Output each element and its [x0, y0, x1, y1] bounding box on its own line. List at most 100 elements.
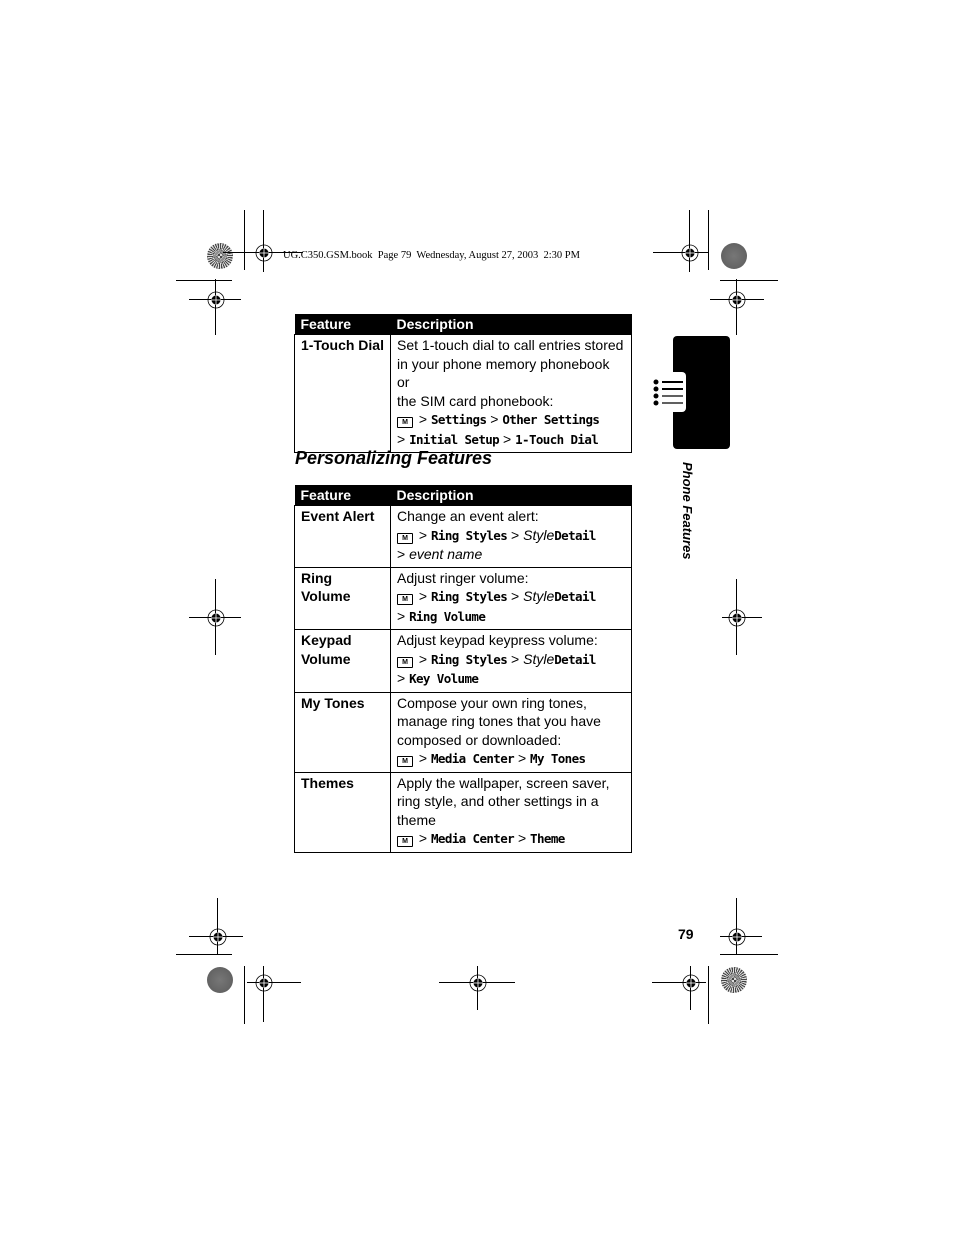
menu-path-item: My Tones — [530, 751, 586, 766]
menu-path: M > Media Center > Theme — [397, 829, 625, 849]
table-header-row: Feature Description — [294, 485, 632, 506]
menu-path: > Key Volume — [397, 669, 625, 689]
chapter-label: Phone Features — [680, 462, 695, 560]
registration-mark-icon — [206, 290, 226, 310]
path-separator: > — [517, 750, 527, 766]
table-row: 1-Touch Dial Set 1-touch dial to call en… — [294, 334, 632, 453]
registration-mark-icon — [254, 973, 274, 993]
crop-mark-line — [708, 966, 709, 1024]
description-line: Adjust ringer volume: — [397, 569, 529, 586]
path-separator: > — [418, 750, 428, 766]
feature-name: Event Alert — [294, 505, 391, 568]
registration-mark-icon — [727, 290, 747, 310]
menu-path-item: event name — [409, 546, 483, 562]
print-header-line: UG.C350.GSM.book Page 79 Wednesday, Augu… — [283, 250, 580, 261]
menu-path: M > Ring Styles > StyleDetail — [397, 526, 625, 546]
menu-path-item: 1-Touch Dial — [515, 431, 599, 447]
description-line: Apply the wallpaper, screen saver, — [397, 774, 610, 791]
list-bullets-icon — [653, 379, 683, 406]
column-header-feature: Feature — [294, 314, 391, 335]
description-line: ring style, and other settings in a — [397, 793, 599, 809]
crop-mark-line — [720, 280, 778, 281]
page-number: 79 — [678, 926, 694, 942]
feature-name: Ring Volume — [294, 566, 391, 630]
path-separator: > — [397, 670, 406, 686]
path-separator: > — [517, 830, 527, 846]
menu-path-item: Ring Styles — [430, 527, 508, 543]
menu-path-item: Media Center — [430, 751, 515, 766]
menu-path: > event name — [397, 545, 625, 564]
section-title: Personalizing Features — [295, 448, 493, 468]
menu-path: M > Settings > Other Settings — [397, 410, 625, 430]
menu-path-item: Initial Setup — [409, 431, 500, 447]
color-rosette-icon — [207, 243, 233, 269]
color-rosette-icon — [207, 967, 233, 993]
menu-key-icon: M — [397, 836, 413, 847]
column-header-description: Description — [390, 314, 632, 335]
menu-path-item: Ring Volume — [409, 608, 486, 624]
path-separator: > — [418, 411, 428, 427]
menu-path-item: Detail — [554, 589, 596, 604]
feature-name-line: Keypad — [301, 632, 352, 648]
description-line: Compose your own ring tones, — [397, 694, 587, 711]
path-separator: > — [418, 650, 428, 667]
color-rosette-icon — [721, 243, 747, 269]
feature-description: Apply the wallpaper, screen saver, ring … — [390, 771, 632, 853]
menu-key-icon: M — [397, 756, 413, 767]
crop-mark-line — [244, 210, 245, 270]
menu-key-icon: M — [397, 656, 413, 668]
registration-line — [689, 210, 690, 272]
menu-path: M > Ring Styles > StyleDetail — [397, 587, 625, 607]
chapter-tab-notch — [650, 372, 686, 412]
table-row: Themes Apply the wallpaper, screen saver… — [294, 771, 632, 853]
path-separator: > — [397, 607, 406, 624]
feature-table-2: Feature Description Event Alert Change a… — [294, 485, 632, 853]
registration-mark-icon — [468, 973, 488, 993]
feature-name: Keypad Volume — [294, 629, 391, 693]
crop-mark-line — [244, 966, 245, 1024]
menu-path-item: Detail — [554, 651, 596, 667]
feature-name-line: Volume — [301, 650, 351, 667]
menu-path-item: Style — [523, 526, 555, 543]
menu-path-item: Key Volume — [409, 671, 479, 686]
path-separator: > — [490, 411, 499, 427]
table-row: Event Alert Change an event alert: M > R… — [294, 505, 632, 568]
description-line: Change an event alert: — [397, 508, 539, 524]
crop-mark-line — [176, 280, 232, 281]
path-separator: > — [511, 650, 520, 667]
registration-mark-icon — [727, 608, 747, 628]
feature-name-line: Volume — [301, 588, 351, 604]
description-line: Set 1-touch dial to call entries stored — [397, 337, 624, 353]
feature-name: My Tones — [294, 691, 391, 773]
crop-mark-line — [708, 210, 709, 270]
crop-mark-line — [176, 954, 232, 955]
menu-path: > Ring Volume — [397, 607, 625, 627]
registration-mark-icon — [254, 243, 274, 263]
menu-path: M > Ring Styles > StyleDetail — [397, 650, 625, 670]
table-header-row: Feature Description — [294, 314, 632, 335]
menu-key-icon: M — [397, 594, 413, 605]
menu-path: > Initial Setup > 1-Touch Dial — [397, 430, 625, 450]
feature-description: Adjust keypad keypress volume: M > Ring … — [390, 629, 632, 693]
feature-description: Change an event alert: M > Ring Styles >… — [390, 505, 632, 568]
menu-path-item: Theme — [530, 831, 565, 846]
crop-mark-line — [720, 954, 778, 955]
menu-path: M > Media Center > My Tones — [397, 749, 625, 769]
registration-mark-icon — [206, 608, 226, 628]
menu-path-item: Style — [523, 588, 555, 604]
registration-mark-icon — [208, 927, 228, 947]
feature-name-line: Themes — [301, 774, 354, 791]
menu-path-item: Other Settings — [502, 412, 600, 427]
menu-path-item: Ring Styles — [430, 589, 508, 604]
description-line: composed or downloaded: — [397, 731, 562, 748]
menu-path-item: Settings — [430, 412, 487, 427]
table-row: Keypad Volume Adjust keypad keypress vol… — [294, 629, 632, 693]
column-header-description: Description — [390, 485, 632, 506]
menu-path-item: Ring Styles — [430, 651, 508, 667]
description-line: theme — [397, 811, 436, 828]
registration-mark-icon — [727, 927, 747, 947]
color-rosette-icon — [721, 967, 747, 993]
description-line: the SIM card phonebook: — [397, 392, 554, 409]
description-line: in your phone memory phonebook or — [397, 355, 610, 391]
feature-description: Adjust ringer volume: M > Ring Styles > … — [390, 566, 632, 630]
